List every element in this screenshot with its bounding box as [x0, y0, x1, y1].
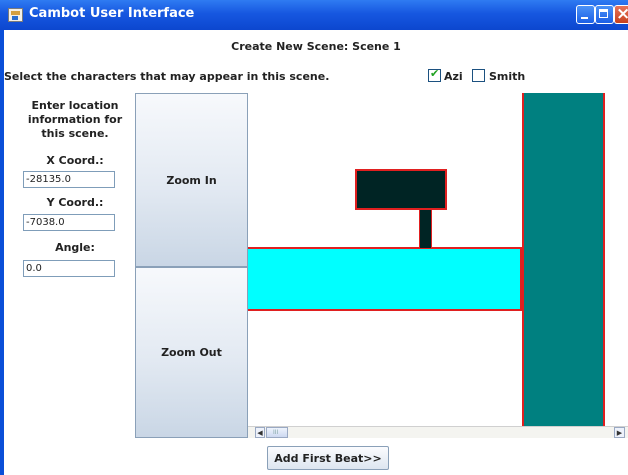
- client-area: Create New Scene: Scene 1 Select the cha…: [4, 30, 628, 475]
- zoom-out-button[interactable]: Zoom Out: [135, 267, 248, 438]
- minimize-button[interactable]: [576, 5, 595, 24]
- azi-checkbox[interactable]: [428, 67, 441, 82]
- map-vertical-wall: [522, 93, 605, 426]
- app-icon: [8, 8, 23, 22]
- scroll-thumb[interactable]: [266, 427, 288, 438]
- zoom-in-button[interactable]: Zoom In: [135, 93, 248, 267]
- map-horizontal-corridor: [248, 247, 522, 311]
- x-coord-label: X Coord.:: [46, 154, 104, 167]
- map-horizontal-scrollbar[interactable]: ◀ ▶: [248, 426, 628, 438]
- smith-checkbox[interactable]: [472, 69, 485, 82]
- title-bar[interactable]: Cambot User Interface: [0, 0, 628, 30]
- app-window: Cambot User Interface Create New Scene: …: [0, 0, 628, 475]
- window-title: Cambot User Interface: [29, 6, 195, 21]
- scroll-right-arrow-icon[interactable]: ▶: [614, 427, 625, 438]
- y-coord-label: Y Coord.:: [46, 196, 104, 209]
- y-coord-field[interactable]: [23, 214, 115, 231]
- map-canvas[interactable]: [248, 93, 628, 426]
- scroll-left-arrow-icon[interactable]: ◀: [255, 427, 265, 438]
- angle-field[interactable]: [23, 260, 115, 277]
- maximize-button[interactable]: [595, 5, 614, 24]
- location-prompt: Enter location information for this scen…: [27, 99, 123, 140]
- azi-label[interactable]: Azi: [444, 70, 463, 83]
- map-object-stem: [419, 209, 432, 248]
- scene-heading: Create New Scene: Scene 1: [231, 40, 401, 53]
- map-object-marker: [355, 169, 447, 210]
- smith-label[interactable]: Smith: [489, 70, 525, 83]
- angle-label: Angle:: [55, 241, 95, 254]
- x-coord-field[interactable]: [23, 171, 115, 188]
- character-prompt: Select the characters that may appear in…: [4, 70, 330, 83]
- close-button[interactable]: [614, 4, 628, 24]
- add-first-beat-button[interactable]: Add First Beat>>: [267, 446, 389, 470]
